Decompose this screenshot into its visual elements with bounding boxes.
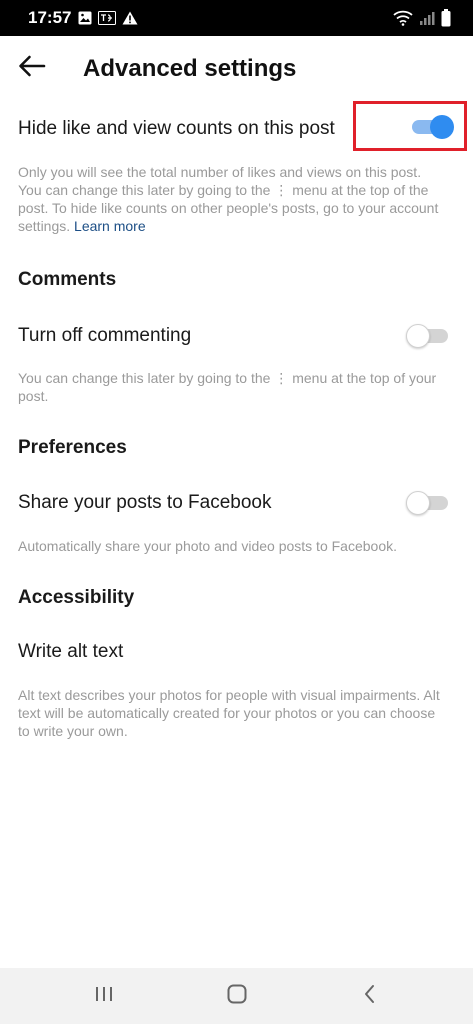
hide-counts-description: Only you will see the total number of li… xyxy=(18,163,448,235)
nav-bar xyxy=(0,968,473,1024)
wifi-icon xyxy=(393,10,413,26)
warning-icon xyxy=(122,11,138,25)
turn-off-commenting-label: Turn off commenting xyxy=(18,325,192,346)
language-icon xyxy=(98,11,116,25)
toggle-thumb xyxy=(406,324,430,348)
hide-counts-label: Hide like and view counts on this post xyxy=(18,118,335,139)
header: Advanced settings xyxy=(0,36,473,102)
back-button[interactable] xyxy=(14,52,50,84)
share-facebook-label: Share your posts to Facebook xyxy=(18,492,272,513)
toggle-thumb xyxy=(430,115,454,139)
toggle-thumb xyxy=(406,491,430,515)
write-alt-text-label[interactable]: Write alt text xyxy=(18,640,123,664)
learn-more-link[interactable]: Learn more xyxy=(74,218,146,234)
app-screen: 17:57 Advanced settings Hide like and vi… xyxy=(0,0,473,1024)
preferences-description: Automatically share your photo and video… xyxy=(18,538,397,554)
share-facebook-toggle[interactable] xyxy=(406,489,450,515)
arrow-left-icon xyxy=(18,55,46,82)
status-icons-right xyxy=(393,9,451,27)
accessibility-section-title: Accessibility xyxy=(18,587,135,608)
preferences-section-title: Preferences xyxy=(18,437,127,458)
status-icons-left xyxy=(78,10,138,26)
page-title: Advanced settings xyxy=(83,55,297,82)
system-back-button[interactable] xyxy=(350,980,390,1012)
home-button[interactable] xyxy=(217,980,257,1012)
battery-icon xyxy=(441,9,451,27)
comments-description: You can change this later by going to th… xyxy=(18,370,437,404)
comments-section-title: Comments xyxy=(18,269,117,290)
recent-apps-button[interactable] xyxy=(84,980,124,1012)
image-icon xyxy=(78,11,92,25)
status-bar: 17:57 xyxy=(0,0,473,36)
home-icon xyxy=(226,983,248,1010)
status-time: 17:57 xyxy=(28,8,72,27)
turn-off-commenting-toggle[interactable] xyxy=(406,322,450,348)
back-icon xyxy=(362,984,378,1009)
signal-icon xyxy=(419,10,435,26)
alt-text-description: Alt text describes your photos for peopl… xyxy=(18,687,440,739)
hide-counts-toggle[interactable] xyxy=(410,113,454,139)
recent-apps-icon xyxy=(93,985,115,1008)
